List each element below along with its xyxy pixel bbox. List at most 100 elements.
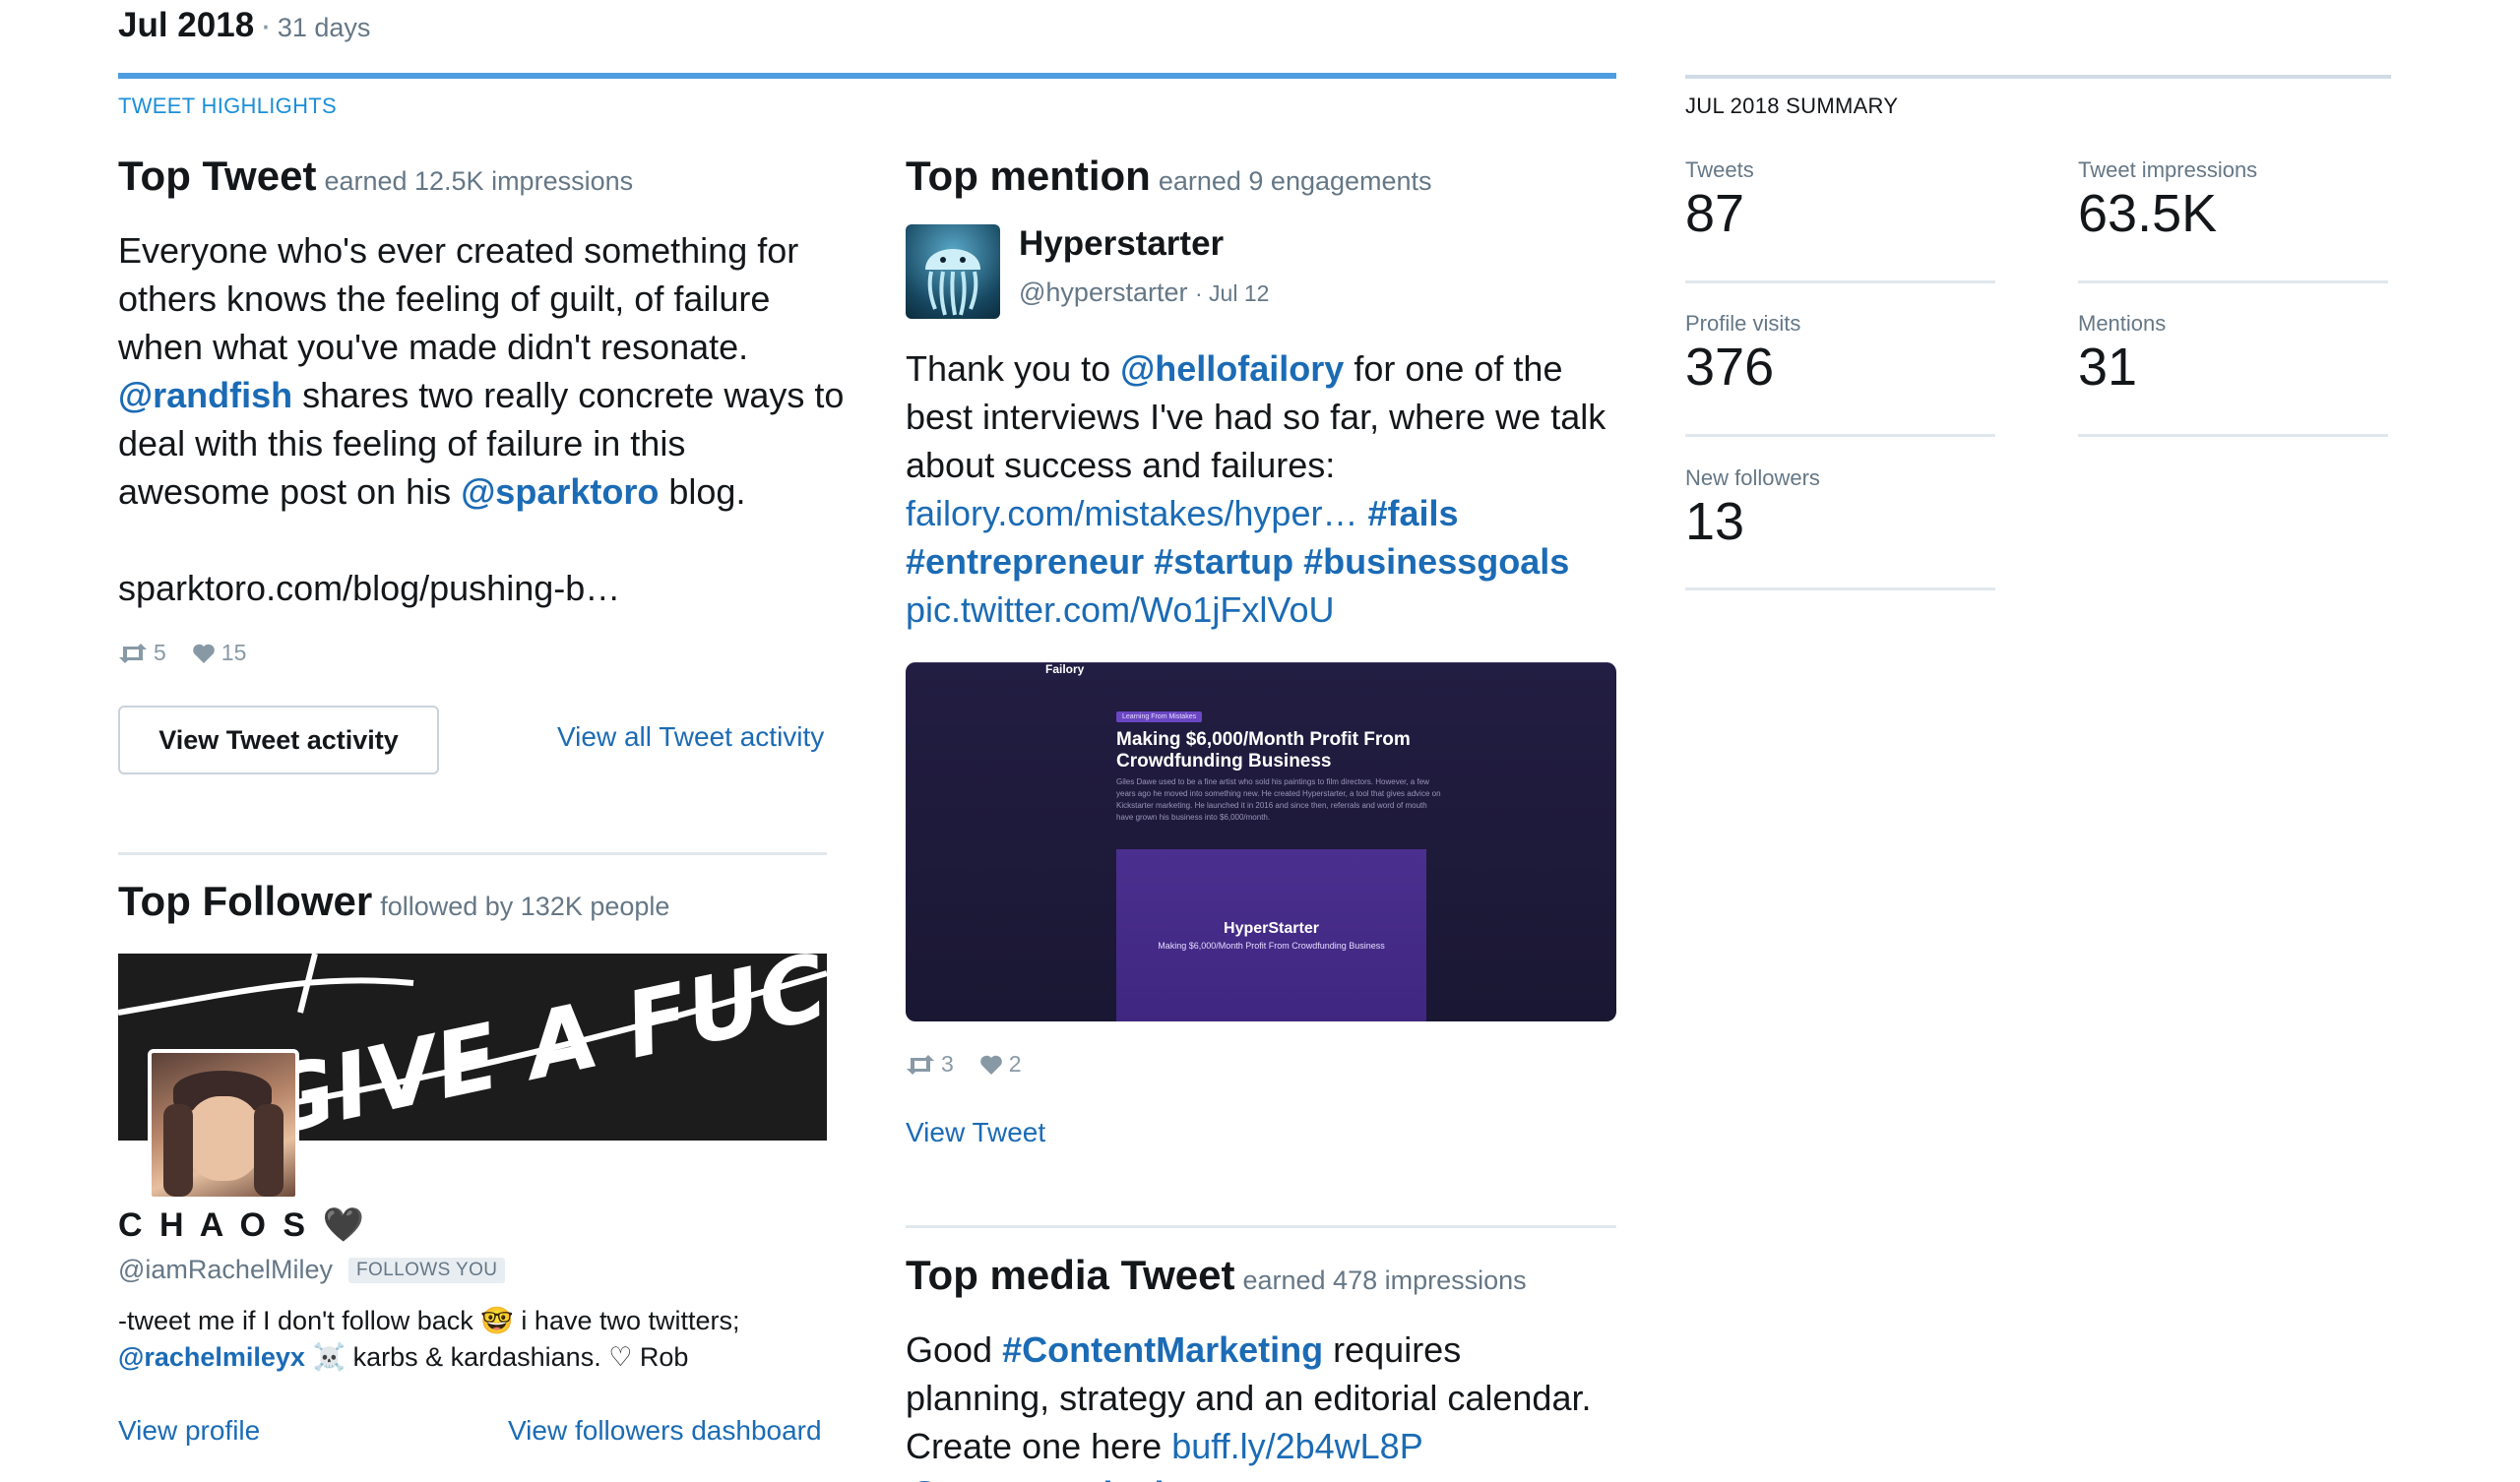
like-stat[interactable]: 2 bbox=[979, 1051, 1022, 1078]
media-card-title: HyperStarter bbox=[1224, 920, 1319, 937]
metric-value: 87 bbox=[1685, 184, 1745, 243]
metric-label: Tweets bbox=[1685, 157, 1754, 182]
heart-icon bbox=[979, 1055, 1002, 1075]
highlights-label: TWEET HIGHLIGHTS bbox=[118, 93, 337, 118]
summary-metric-tweets: Tweets 87 bbox=[1685, 157, 1995, 244]
divider bbox=[1685, 587, 1995, 590]
view-followers-dashboard-link[interactable]: View followers dashboard bbox=[508, 1415, 822, 1447]
author-handle[interactable]: @hyperstarter bbox=[1019, 278, 1187, 307]
retweet-icon bbox=[119, 643, 147, 663]
period-month: Jul 2018 bbox=[118, 6, 255, 44]
top-follower-title: Top Follower followed by 132K people bbox=[118, 878, 669, 925]
tweet-url-link[interactable]: failory.com/mistakes/hyper… bbox=[906, 493, 1357, 533]
top-mention-text-1: Thank you to bbox=[906, 348, 1111, 389]
top-tweet-text-1: Everyone who's ever created something fo… bbox=[118, 230, 799, 367]
top-mention-text: Thank you to @hellofailory for one of th… bbox=[906, 344, 1614, 634]
follower-handle[interactable]: @iamRachelMiley bbox=[118, 1255, 333, 1285]
hashtag-link[interactable]: #businessgoals bbox=[1303, 541, 1569, 582]
period-days: 31 days bbox=[277, 13, 371, 42]
top-mention-subtitle: earned 9 engagements bbox=[1158, 166, 1432, 196]
media-nav-line bbox=[906, 662, 1616, 663]
divider bbox=[2078, 280, 2388, 283]
bio-mention-link[interactable]: @rachelmileyx bbox=[118, 1342, 305, 1372]
metric-label: Tweet impressions bbox=[2078, 157, 2258, 182]
top-tweet-heading: Top Tweet bbox=[118, 153, 317, 199]
view-all-tweet-activity-link[interactable]: View all Tweet activity bbox=[557, 721, 824, 753]
author-avatar[interactable] bbox=[906, 224, 1000, 319]
media-brand: Failory bbox=[1045, 662, 1085, 676]
pic-link[interactable]: pic.twitter.com/Wo1jFxlVoU bbox=[906, 589, 1334, 630]
top-tweet-stats: 5 15 bbox=[118, 640, 246, 666]
media-body: Giles Dawe used to be a fine artist who … bbox=[1116, 777, 1441, 822]
metric-value: 376 bbox=[1685, 338, 1775, 397]
divider bbox=[118, 852, 827, 855]
top-media-heading: Top media Tweet bbox=[906, 1252, 1235, 1298]
metric-value: 13 bbox=[1685, 492, 1745, 551]
media-headline: Making $6,000/Month Profit From Crowdfun… bbox=[1116, 729, 1411, 772]
hashtag-link[interactable]: #ContentMarketing bbox=[1002, 1329, 1323, 1370]
retweet-count: 5 bbox=[154, 640, 166, 665]
top-mention-heading: Top mention bbox=[906, 153, 1151, 199]
view-tweet-activity-button[interactable]: View Tweet activity bbox=[118, 706, 439, 774]
jellyfish-icon bbox=[925, 249, 980, 316]
highlights-rule bbox=[118, 73, 1616, 79]
divider bbox=[1685, 280, 1995, 283]
media-card-sub: Making $6,000/Month Profit From Crowdfun… bbox=[1158, 941, 1385, 951]
heart-icon bbox=[192, 644, 215, 663]
mention-link[interactable]: @randfish bbox=[118, 375, 292, 415]
follower-bio-1: -tweet me if I don't follow back 🤓 i hav… bbox=[118, 1306, 740, 1335]
top-media-title: Top media Tweet earned 478 impressions bbox=[906, 1252, 1527, 1299]
hashtag-link[interactable]: #entrepreneur bbox=[906, 541, 1144, 582]
tweet-media-preview[interactable]: Failory Learning From Mistakes Making $6… bbox=[906, 662, 1616, 1021]
top-follower-subtitle: followed by 132K people bbox=[380, 892, 670, 921]
hashtag-link[interactable]: #startup bbox=[1154, 541, 1293, 582]
follower-bio-2: ☠️ karbs & kardashians. ♡ Rob bbox=[312, 1342, 689, 1372]
mention-link[interactable]: @hellofailory bbox=[1120, 348, 1344, 389]
retweet-stat[interactable]: 5 bbox=[118, 640, 166, 666]
media-card: HyperStarter Making $6,000/Month Profit … bbox=[1116, 849, 1426, 1021]
period-header: Jul 2018 · 31 days bbox=[118, 6, 370, 45]
metric-label: Profile visits bbox=[1685, 311, 1801, 336]
summary-metric-mentions: Mentions 31 bbox=[2078, 311, 2388, 398]
metric-value: 63.5K bbox=[2078, 184, 2218, 243]
media-tag: Learning From Mistakes bbox=[1116, 711, 1203, 722]
tweet-url-link[interactable]: buff.ly/2b4wL8P bbox=[1171, 1426, 1423, 1466]
author-meta: @hyperstarter · Jul 12 bbox=[1019, 278, 1269, 308]
summary-label: JUL 2018 SUMMARY bbox=[1685, 93, 1899, 118]
summary-rule bbox=[1685, 75, 2391, 79]
hashtag-link[interactable]: #fails bbox=[1367, 493, 1458, 533]
like-stat[interactable]: 15 bbox=[192, 640, 246, 666]
view-tweet-link[interactable]: View Tweet bbox=[906, 1117, 1045, 1148]
tweet-date: · Jul 12 bbox=[1194, 280, 1270, 306]
metric-value: 31 bbox=[2078, 338, 2138, 397]
summary-metric-impressions: Tweet impressions 63.5K bbox=[2078, 157, 2388, 244]
divider bbox=[906, 1225, 1616, 1228]
divider bbox=[1685, 434, 1995, 437]
mention-link[interactable]: @WeAreArticulate bbox=[906, 1474, 1216, 1482]
top-follower-heading: Top Follower bbox=[118, 878, 373, 924]
top-media-text: Good #ContentMarketing requires planning… bbox=[906, 1326, 1614, 1482]
follower-bio: -tweet me if I don't follow back 🤓 i hav… bbox=[118, 1303, 866, 1376]
retweet-stat[interactable]: 3 bbox=[906, 1051, 954, 1078]
mention-link[interactable]: @sparktoro bbox=[461, 471, 659, 512]
summary-metric-profile-visits: Profile visits 376 bbox=[1685, 311, 1995, 398]
top-mention-title: Top mention earned 9 engagements bbox=[906, 153, 1432, 200]
view-profile-link[interactable]: View profile bbox=[118, 1415, 260, 1447]
top-tweet-subtitle: earned 12.5K impressions bbox=[324, 166, 634, 196]
top-tweet-url[interactable]: sparktoro.com/blog/pushing-b… bbox=[118, 564, 620, 612]
summary-metric-new-followers: New followers 13 bbox=[1685, 465, 1995, 552]
top-tweet-text: Everyone who's ever created something fo… bbox=[118, 226, 847, 516]
top-media-text-1: Good bbox=[906, 1329, 993, 1370]
author-name[interactable]: Hyperstarter bbox=[1019, 224, 1224, 264]
top-media-subtitle: earned 478 impressions bbox=[1242, 1266, 1527, 1295]
follower-name[interactable]: C H A O S 🖤 bbox=[118, 1205, 368, 1245]
metric-label: Mentions bbox=[2078, 311, 2167, 336]
divider bbox=[2078, 434, 2388, 437]
metric-label: New followers bbox=[1685, 465, 1820, 490]
top-mention-stats: 3 2 bbox=[906, 1051, 1022, 1078]
follower-avatar[interactable] bbox=[148, 1049, 299, 1201]
retweet-icon bbox=[907, 1054, 934, 1075]
retweet-count: 3 bbox=[941, 1051, 954, 1077]
top-tweet-title: Top Tweet earned 12.5K impressions bbox=[118, 153, 633, 200]
like-count: 2 bbox=[1008, 1051, 1022, 1077]
